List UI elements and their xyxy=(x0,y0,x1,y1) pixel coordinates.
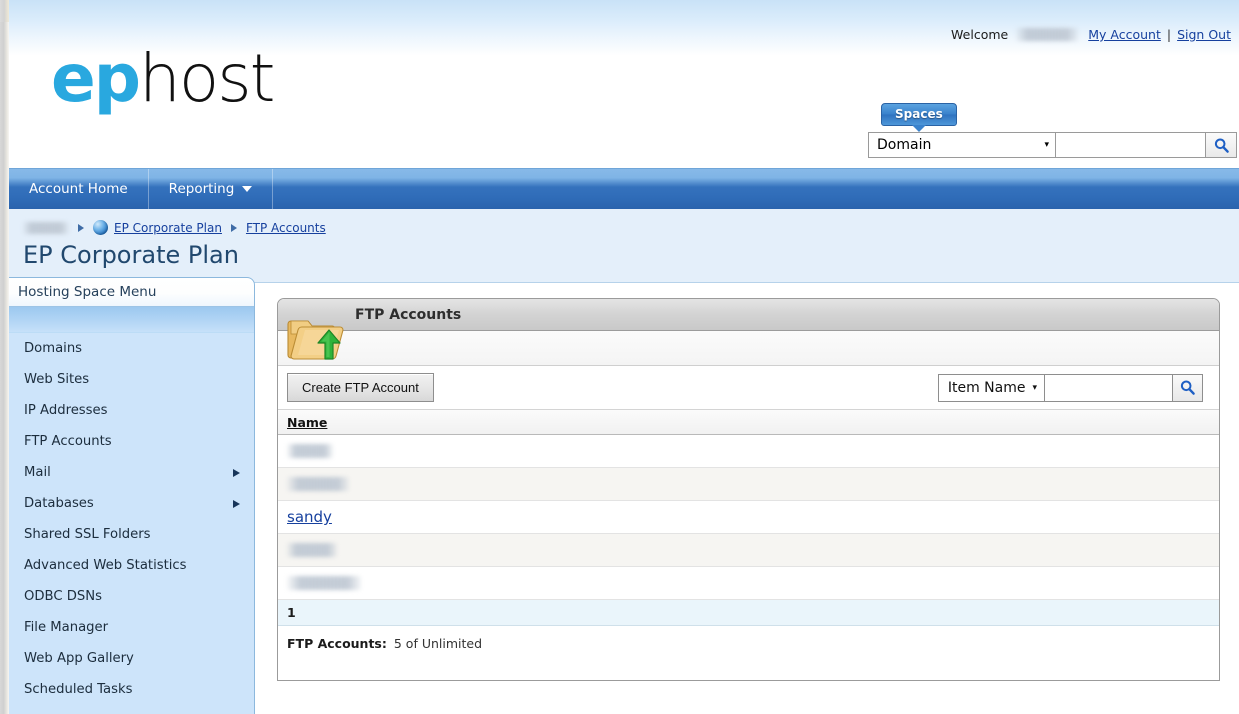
ftp-account-name-redacted[interactable] xyxy=(287,477,349,491)
table-row[interactable] xyxy=(278,435,1219,468)
sidebar-item-label: Shared SSL Folders xyxy=(24,527,151,542)
nav-item-reporting[interactable]: Reporting xyxy=(149,169,274,209)
filter-scope-select[interactable]: Item Name ▾ xyxy=(937,373,1045,402)
breadcrumb-root-redacted[interactable] xyxy=(23,221,69,234)
filter-query-input[interactable] xyxy=(1045,373,1173,402)
globe-icon xyxy=(93,220,108,235)
sidebar-item-ftp-accounts[interactable]: FTP Accounts xyxy=(6,426,254,457)
nav-item-account-home-label: Account Home xyxy=(29,181,128,197)
sidebar-item-label: IP Addresses xyxy=(24,403,108,418)
sign-out-link[interactable]: Sign Out xyxy=(1177,27,1231,42)
sidebar-item-web-sites[interactable]: Web Sites xyxy=(6,364,254,395)
sidebar-item-label: Databases xyxy=(24,496,94,511)
sidebar-item-scheduled-tasks[interactable]: Scheduled Tasks xyxy=(6,674,254,705)
sidebar-item-shared-ssl-folders[interactable]: Shared SSL Folders xyxy=(6,519,254,550)
table-header-row: Name xyxy=(278,410,1219,435)
page-left-edge-top xyxy=(0,0,9,22)
global-search-row: Domain ▾ xyxy=(868,132,1237,158)
ftp-account-name-link[interactable]: sandy xyxy=(287,508,332,526)
welcome-label: Welcome xyxy=(951,27,1009,42)
breadcrumb-separator-icon xyxy=(78,223,84,232)
sidebar-item-databases[interactable]: Databases xyxy=(6,488,254,519)
sidebar-item-odbc-dsns[interactable]: ODBC DSNs xyxy=(6,581,254,612)
quota-label: FTP Accounts: xyxy=(287,635,387,651)
sidebar-title: Hosting Space Menu xyxy=(6,278,254,307)
sidebar-item-label: Domains xyxy=(24,341,83,356)
breadcrumb-item-ep-corporate-plan[interactable]: EP Corporate Plan xyxy=(114,221,222,235)
sidebar-item-file-manager[interactable]: File Manager xyxy=(6,612,254,643)
ftp-account-name-redacted[interactable] xyxy=(287,444,333,458)
table-row[interactable]: sandy xyxy=(278,501,1219,534)
pagination-current-page[interactable]: 1 xyxy=(287,605,296,620)
sidebar-item-label: Scheduled Tasks xyxy=(24,682,133,697)
header-link-separator: | xyxy=(1166,27,1172,42)
ftp-account-name-redacted[interactable] xyxy=(287,576,361,590)
sidebar-item-label: ODBC DSNs xyxy=(24,589,103,604)
main-navigation: Account Home Reporting xyxy=(9,168,1239,209)
filter-scope-value: Item Name xyxy=(947,379,1026,396)
magnifier-icon xyxy=(1214,138,1229,153)
nav-item-reporting-label: Reporting xyxy=(168,181,235,197)
folder-upload-icon xyxy=(287,320,344,360)
table-row[interactable] xyxy=(278,567,1219,600)
sidebar-item-ip-addresses[interactable]: IP Addresses xyxy=(6,395,254,426)
ephost-logo[interactable]: ephost xyxy=(51,46,276,112)
ftp-accounts-panel: FTP Accounts Create FTP Account Item Nam… xyxy=(277,298,1220,681)
global-search-scope-value: Domain xyxy=(877,137,932,153)
sidebar-item-label: File Manager xyxy=(24,620,109,635)
chevron-down-icon: ▾ xyxy=(1044,140,1049,150)
panel-subheader xyxy=(278,331,1219,366)
chevron-down-icon: ▾ xyxy=(1032,382,1037,393)
panel-toolbar: Create FTP Account Item Name ▾ xyxy=(278,366,1219,410)
column-header-name[interactable]: Name xyxy=(287,415,327,430)
welcome-bar: Welcome My Account | Sign Out xyxy=(951,27,1231,42)
panel-title: FTP Accounts xyxy=(355,307,462,323)
panel-filter: Item Name ▾ xyxy=(937,373,1203,402)
chevron-down-icon xyxy=(242,186,253,192)
page-root: Welcome My Account | Sign Out ephost Spa… xyxy=(0,0,1239,714)
breadcrumb-item-ftp-accounts[interactable]: FTP Accounts xyxy=(246,221,326,235)
sidebar-item-web-app-gallery[interactable]: Web App Gallery xyxy=(6,643,254,674)
global-search-scope-select[interactable]: Domain ▾ xyxy=(868,132,1056,158)
nav-item-account-home[interactable]: Account Home xyxy=(9,169,149,209)
sidebar-item-label: FTP Accounts xyxy=(24,434,112,449)
sidebar-item-label: Web Sites xyxy=(24,372,90,387)
quota-value: 5 of Unlimited xyxy=(393,635,483,651)
sidebar-item-domains[interactable]: Domains xyxy=(6,333,254,364)
global-search-button[interactable] xyxy=(1206,132,1237,158)
my-account-link[interactable]: My Account xyxy=(1088,27,1161,42)
spaces-tab[interactable]: Spaces xyxy=(881,103,957,126)
sidebar-item-label: Web App Gallery xyxy=(24,651,134,666)
welcome-user-redacted xyxy=(1016,28,1079,41)
breadcrumb-band: EP Corporate Plan FTP Accounts EP Corpor… xyxy=(9,209,1239,283)
chevron-right-icon xyxy=(233,468,240,477)
breadcrumb-separator-icon xyxy=(230,223,237,232)
logo-text-host: host xyxy=(139,40,275,117)
sidebar-item-label: Mail xyxy=(24,465,51,480)
sidebar-item-mail[interactable]: Mail xyxy=(6,457,254,488)
global-search-zone: Spaces Domain ▾ xyxy=(868,103,1237,158)
chevron-right-icon xyxy=(233,499,240,508)
sidebar-selected-row[interactable] xyxy=(6,307,254,333)
pagination: 1 xyxy=(278,600,1219,626)
page-left-edge xyxy=(0,0,9,714)
sidebar-item-label: Advanced Web Statistics xyxy=(24,558,187,573)
global-search-input[interactable] xyxy=(1056,132,1206,158)
filter-search-button[interactable] xyxy=(1173,373,1203,402)
ftp-account-name-redacted[interactable] xyxy=(287,543,337,557)
logo-text-ep: ep xyxy=(51,40,141,117)
create-ftp-account-button[interactable]: Create FTP Account xyxy=(287,373,434,402)
sidebar-item-advanced-web-statistics[interactable]: Advanced Web Statistics xyxy=(6,550,254,581)
panel-footer: FTP Accounts: 5 of Unlimited xyxy=(278,626,1219,660)
table-row[interactable] xyxy=(278,468,1219,501)
site-header: Welcome My Account | Sign Out ephost Spa… xyxy=(9,0,1239,168)
breadcrumb: EP Corporate Plan FTP Accounts xyxy=(23,220,326,235)
hosting-space-menu: Hosting Space Menu Domains Web Sites IP … xyxy=(5,277,255,714)
panel-header: FTP Accounts xyxy=(278,299,1219,331)
table-row[interactable] xyxy=(278,534,1219,567)
magnifier-icon xyxy=(1180,380,1195,395)
page-title: EP Corporate Plan xyxy=(23,241,239,269)
